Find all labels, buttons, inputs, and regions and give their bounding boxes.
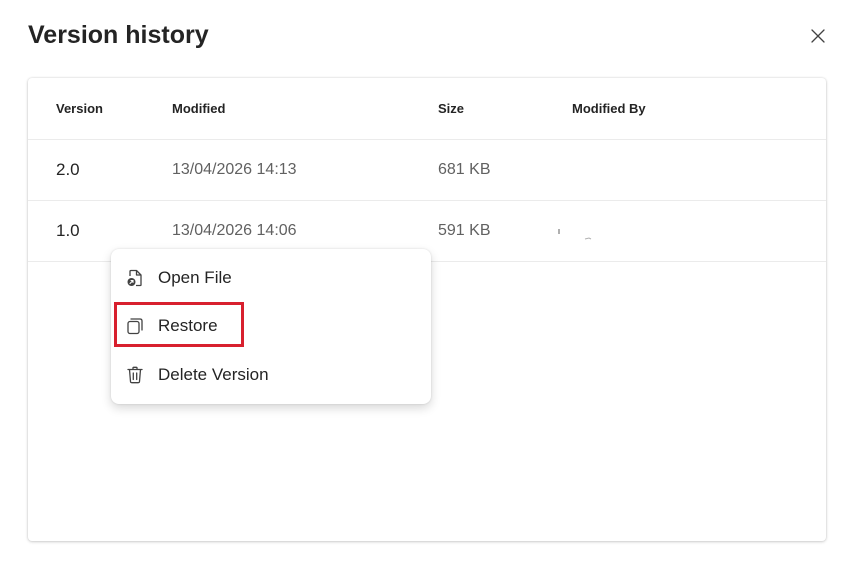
menu-item-label: Restore [158, 316, 218, 335]
restore-icon [125, 316, 145, 336]
column-header-size[interactable]: Size [438, 78, 464, 139]
menu-item-label: Open File [158, 268, 232, 287]
version-context-menu: Open File Restore Delete Version [111, 249, 431, 404]
menu-item-open-file[interactable]: Open File [125, 262, 232, 294]
column-header-modified[interactable]: Modified [172, 78, 225, 139]
dialog-title: Version history [28, 21, 209, 49]
menu-item-restore[interactable]: Restore [125, 310, 218, 342]
close-icon [811, 29, 825, 43]
column-header-modified-by[interactable]: Modified By [572, 78, 646, 139]
close-button[interactable] [806, 24, 830, 48]
open-file-icon [125, 268, 145, 288]
row-size: 681 KB [438, 161, 491, 178]
menu-item-label: Delete Version [158, 365, 269, 384]
version-history-dialog: Version history Version Modified Size Mo… [0, 0, 850, 567]
row-version[interactable]: 2.0 [56, 140, 80, 200]
row-modified: 13/04/2026 14:13 [172, 161, 297, 178]
table-row[interactable]: 2.0 13/04/2026 14:13 681 KB [28, 140, 826, 201]
row-size: 591 KB [438, 222, 491, 239]
redacted-user-mark [558, 229, 592, 240]
column-header-version[interactable]: Version [56, 78, 103, 139]
trash-icon [125, 365, 145, 385]
table-header: Version Modified Size Modified By [28, 78, 826, 140]
row-version[interactable]: 1.0 [56, 201, 80, 261]
menu-item-delete-version[interactable]: Delete Version [125, 359, 269, 391]
